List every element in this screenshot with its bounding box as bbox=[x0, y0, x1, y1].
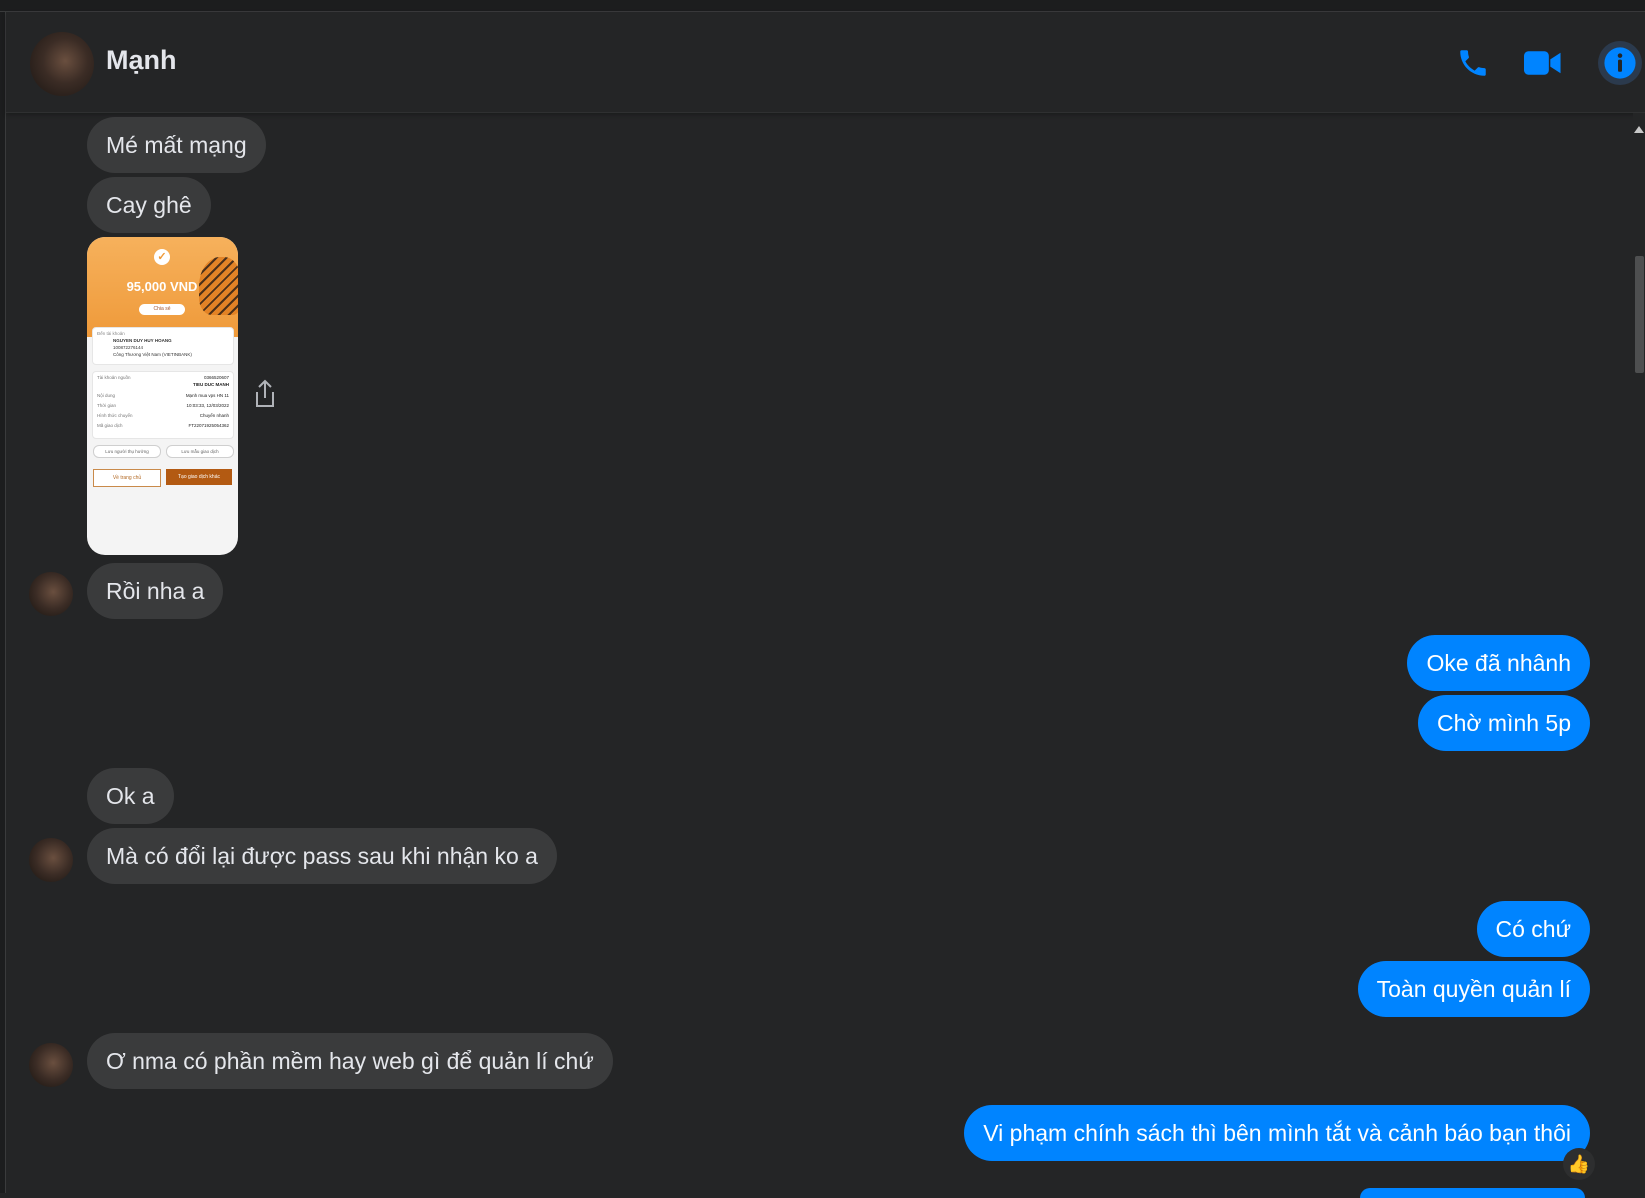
receipt-row-label: Thời gian bbox=[97, 403, 116, 408]
message-incoming[interactable]: Cay ghê bbox=[87, 177, 211, 233]
contact-avatar-small[interactable] bbox=[29, 572, 73, 616]
thumbs-up-reaction[interactable]: 👍 bbox=[1563, 1148, 1595, 1180]
message-incoming[interactable]: Mà có đổi lại được pass sau khi nhận ko … bbox=[87, 828, 557, 884]
receipt-row: Mã giao dịch FT22071925054362 bbox=[97, 423, 229, 428]
receipt-home-button: Về trang chủ bbox=[93, 469, 161, 487]
receipt-recipient-card: Đến tài khoản NGUYEN DUY HUY HOANG 10087… bbox=[92, 327, 234, 365]
message-outgoing[interactable]: Oke đã nhânh bbox=[1407, 635, 1590, 691]
receipt-row: Thời gian 10:03:33, 12/03/2022 bbox=[97, 403, 229, 408]
phone-icon[interactable] bbox=[1452, 42, 1494, 84]
message-outgoing[interactable]: Vi phạm chính sách thì bên mình tắt và c… bbox=[964, 1105, 1590, 1161]
message-incoming[interactable]: Ơ nma có phần mềm hay web gì để quản lí … bbox=[87, 1033, 613, 1089]
receipt-recipient-name: NGUYEN DUY HUY HOANG bbox=[113, 338, 172, 343]
receipt-share-button: Chia sẻ bbox=[139, 304, 185, 315]
receipt-recipient-account: 100872276144 bbox=[113, 345, 144, 350]
receipt-to-label: Đến tài khoản bbox=[97, 331, 125, 336]
receipt-new-transaction-button: Tạo giao dịch khác bbox=[166, 469, 232, 485]
message-outgoing[interactable]: Toàn quyền quản lí bbox=[1357, 961, 1590, 1017]
receipt-row-value: Chuyển nhanh bbox=[199, 413, 229, 418]
receipt-row-label: Hình thức chuyển bbox=[97, 413, 133, 418]
save-recipient-pill: Lưu người thụ hưởng bbox=[93, 445, 161, 458]
scrollbar-thumb[interactable] bbox=[1635, 256, 1644, 373]
receipt-source-account: 0366520607 bbox=[203, 375, 229, 380]
receipt-source-name: TIEU DUC MANH bbox=[193, 382, 229, 387]
message-outgoing[interactable]: Chờ mình 5p bbox=[1418, 695, 1590, 751]
contact-avatar-small[interactable] bbox=[29, 1043, 73, 1087]
contact-avatar-small[interactable] bbox=[29, 838, 73, 882]
receipt-source-row: Tài khoản nguồn 0366520607 bbox=[97, 375, 229, 380]
contact-avatar[interactable] bbox=[30, 32, 94, 96]
conversation-header: Mạnh bbox=[6, 12, 1645, 113]
message-incoming[interactable]: Ok a bbox=[87, 768, 174, 824]
scroll-up-arrow-icon[interactable] bbox=[1634, 126, 1644, 133]
message-incoming[interactable]: Mé mất mạng bbox=[87, 117, 266, 173]
window-left-border bbox=[0, 12, 6, 1193]
message-outgoing-partial bbox=[1360, 1188, 1585, 1198]
receipt-row: Nội dung Mạnh mua vps HN 11 bbox=[97, 393, 229, 398]
message-outgoing[interactable]: Có chứ bbox=[1476, 901, 1590, 957]
contact-name[interactable]: Mạnh bbox=[106, 45, 177, 76]
info-icon[interactable] bbox=[1598, 41, 1642, 85]
receipt-row-label: Mã giao dịch bbox=[97, 423, 123, 428]
window-top-border bbox=[0, 0, 1645, 12]
video-camera-icon[interactable] bbox=[1522, 42, 1564, 84]
receipt-row: Hình thức chuyển Chuyển nhanh bbox=[97, 413, 229, 418]
receipt-row-value: Mạnh mua vps HN 11 bbox=[185, 393, 229, 398]
share-icon[interactable] bbox=[253, 379, 277, 409]
receipt-row-value: FT22071925054362 bbox=[188, 423, 229, 428]
transfer-receipt-image[interactable]: ✓ 95,000 VND Chia sẻ Đến tài khoản NGUYE… bbox=[87, 237, 238, 555]
receipt-recipient-bank: Công Thương Việt Nam (VIETINBANK) bbox=[113, 352, 192, 357]
receipt-row-value: 10:03:33, 12/03/2022 bbox=[186, 403, 229, 408]
success-check-icon: ✓ bbox=[154, 249, 170, 265]
receipt-amount: 95,000 VND bbox=[126, 279, 198, 294]
receipt-source-label: Tài khoản nguồn bbox=[97, 375, 131, 380]
receipt-row-label: Nội dung bbox=[97, 393, 116, 398]
receipt-details-card: Tài khoản nguồn 0366520607 TIEU DUC MANH … bbox=[92, 371, 234, 439]
message-incoming[interactable]: Rồi nha a bbox=[87, 563, 224, 619]
save-template-pill: Lưu mẫu giao dịch bbox=[166, 445, 234, 458]
